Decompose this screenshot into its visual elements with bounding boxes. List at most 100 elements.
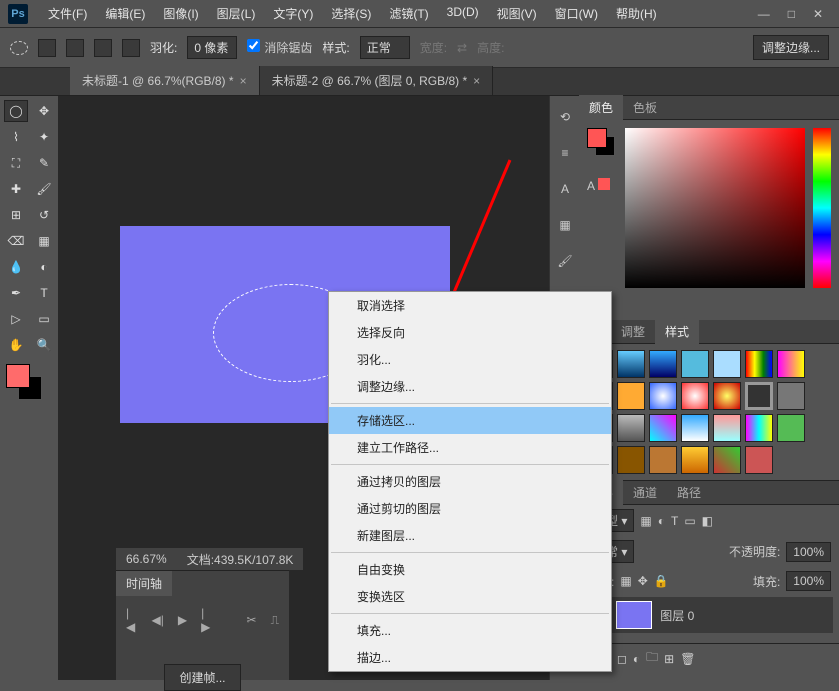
ctx-free-transform[interactable]: 自由变换 bbox=[329, 556, 611, 583]
foreground-background-colors[interactable] bbox=[4, 364, 56, 404]
opacity-input[interactable]: 100% bbox=[786, 542, 831, 562]
intersect-selection-icon[interactable] bbox=[122, 39, 140, 57]
layer-row[interactable]: 👁 图层 0 bbox=[585, 597, 833, 633]
hand-tool[interactable]: ✋ bbox=[4, 334, 28, 356]
stamp-tool[interactable]: ⊞ bbox=[4, 204, 28, 226]
next-frame-icon[interactable]: |▶ bbox=[201, 606, 212, 634]
brush-panel-icon[interactable]: 🖌 bbox=[554, 250, 576, 272]
play-icon[interactable]: ▶ bbox=[178, 613, 187, 627]
ctx-transform-selection[interactable]: 变换选区 bbox=[329, 583, 611, 610]
properties-panel-icon[interactable]: ≡ bbox=[554, 142, 576, 164]
style-swatch[interactable] bbox=[681, 414, 709, 442]
ctx-fill[interactable]: 填充... bbox=[329, 617, 611, 644]
gradient-tool[interactable]: ▦ bbox=[32, 230, 56, 252]
ctx-stroke[interactable]: 描边... bbox=[329, 644, 611, 671]
tab-channels[interactable]: 通道 bbox=[623, 480, 667, 505]
tab-paths[interactable]: 路径 bbox=[667, 480, 711, 505]
menu-type[interactable]: 文字(Y) bbox=[265, 1, 321, 26]
magic-wand-tool[interactable]: ✦ bbox=[32, 126, 56, 148]
menu-window[interactable]: 窗口(W) bbox=[547, 1, 606, 26]
menu-edit[interactable]: 编辑(E) bbox=[97, 1, 153, 26]
style-swatch[interactable] bbox=[617, 414, 645, 442]
shape-tool[interactable]: ▭ bbox=[32, 308, 56, 330]
lock-position-icon[interactable]: ✥ bbox=[638, 574, 648, 588]
prev-frame-icon[interactable]: ◀| bbox=[151, 613, 163, 627]
ctx-save-selection[interactable]: 存储选区... bbox=[329, 407, 611, 434]
ctx-inverse[interactable]: 选择反向 bbox=[329, 319, 611, 346]
style-swatch[interactable] bbox=[649, 382, 677, 410]
swatches-panel-icon[interactable]: ▦ bbox=[554, 214, 576, 236]
menu-help[interactable]: 帮助(H) bbox=[608, 1, 665, 26]
subtract-selection-icon[interactable] bbox=[94, 39, 112, 57]
cut-icon[interactable]: ✂ bbox=[247, 613, 257, 627]
style-swatch[interactable] bbox=[713, 414, 741, 442]
style-swatch[interactable] bbox=[681, 382, 709, 410]
menu-3d[interactable]: 3D(D) bbox=[439, 1, 487, 26]
hue-slider[interactable] bbox=[813, 128, 831, 288]
new-layer-icon[interactable]: ⊞ bbox=[664, 652, 674, 666]
first-frame-icon[interactable]: |◀ bbox=[126, 606, 137, 634]
style-swatch[interactable] bbox=[745, 350, 773, 378]
style-swatch[interactable] bbox=[713, 446, 741, 474]
lock-pixels-icon[interactable]: ▦ bbox=[620, 574, 631, 588]
marquee-tool-icon[interactable] bbox=[10, 41, 28, 55]
style-swatch[interactable] bbox=[713, 382, 741, 410]
filter-adjust-icon[interactable]: ◐ bbox=[658, 514, 665, 528]
history-panel-icon[interactable]: ⟲ bbox=[554, 106, 576, 128]
close-tab-icon[interactable]: × bbox=[240, 74, 247, 88]
filter-shape-icon[interactable]: ▭ bbox=[684, 514, 695, 528]
style-swatch[interactable] bbox=[649, 446, 677, 474]
style-swatch[interactable] bbox=[745, 414, 773, 442]
color-fgbg[interactable] bbox=[587, 128, 617, 158]
layer-name[interactable]: 图层 0 bbox=[660, 607, 694, 624]
style-swatch[interactable] bbox=[713, 350, 741, 378]
zoom-tool[interactable]: 🔍 bbox=[32, 334, 56, 356]
style-swatch[interactable] bbox=[649, 414, 677, 442]
menu-select[interactable]: 选择(S) bbox=[323, 1, 379, 26]
style-swatch[interactable] bbox=[681, 446, 709, 474]
delete-layer-icon[interactable]: 🗑 bbox=[680, 652, 695, 666]
style-swatch[interactable] bbox=[617, 446, 645, 474]
filter-smart-icon[interactable]: ◧ bbox=[702, 514, 713, 528]
tab-styles[interactable]: 样式 bbox=[655, 319, 699, 344]
refine-edge-button[interactable]: 调整边缘... bbox=[753, 35, 829, 60]
tab-adjustments[interactable]: 调整 bbox=[611, 319, 655, 344]
pen-tool[interactable]: ✒ bbox=[4, 282, 28, 304]
adjustment-layer-icon[interactable]: ◐ bbox=[633, 652, 640, 666]
style-select[interactable]: 正常 bbox=[360, 36, 410, 59]
style-swatch[interactable] bbox=[777, 414, 805, 442]
crop-tool[interactable]: ⛶ bbox=[4, 152, 28, 174]
lasso-tool[interactable]: ⌇ bbox=[4, 126, 28, 148]
type-tool[interactable]: T bbox=[32, 282, 56, 304]
style-swatch[interactable] bbox=[617, 382, 645, 410]
ctx-feather[interactable]: 羽化... bbox=[329, 346, 611, 373]
history-brush-tool[interactable]: ↺ bbox=[32, 204, 56, 226]
fill-input[interactable]: 100% bbox=[786, 571, 831, 591]
healing-tool[interactable]: ✚ bbox=[4, 178, 28, 200]
blur-tool[interactable]: 💧 bbox=[4, 256, 28, 278]
eyedropper-tool[interactable]: ✎ bbox=[32, 152, 56, 174]
group-icon[interactable]: 🗀 bbox=[646, 648, 658, 669]
style-swatch[interactable] bbox=[777, 350, 805, 378]
menu-file[interactable]: 文件(F) bbox=[40, 1, 95, 26]
tab-swatches[interactable]: 色板 bbox=[623, 95, 667, 120]
filter-pixel-icon[interactable]: ▦ bbox=[640, 514, 651, 528]
maximize-button[interactable]: □ bbox=[788, 7, 795, 21]
layer-thumbnail[interactable] bbox=[616, 601, 652, 629]
dodge-tool[interactable]: ◐ bbox=[32, 256, 56, 278]
filter-type-icon[interactable]: T bbox=[671, 514, 678, 528]
split-icon[interactable]: ⎍ bbox=[271, 613, 279, 628]
ctx-refine-edge[interactable]: 调整边缘... bbox=[329, 373, 611, 400]
color-picker-field[interactable] bbox=[625, 128, 805, 288]
antialias-checkbox[interactable]: 消除锯齿 bbox=[247, 39, 312, 56]
menu-view[interactable]: 视图(V) bbox=[489, 1, 545, 26]
foreground-color[interactable] bbox=[6, 364, 30, 388]
style-swatch[interactable] bbox=[649, 350, 677, 378]
document-tab-2[interactable]: 未标题-2 @ 66.7% (图层 0, RGB/8) * × bbox=[260, 66, 494, 95]
menu-layer[interactable]: 图层(L) bbox=[209, 1, 264, 26]
zoom-level[interactable]: 66.67% bbox=[126, 552, 167, 566]
add-selection-icon[interactable] bbox=[66, 39, 84, 57]
new-selection-icon[interactable] bbox=[38, 39, 56, 57]
style-swatch[interactable] bbox=[681, 350, 709, 378]
close-button[interactable]: ✕ bbox=[813, 7, 823, 21]
